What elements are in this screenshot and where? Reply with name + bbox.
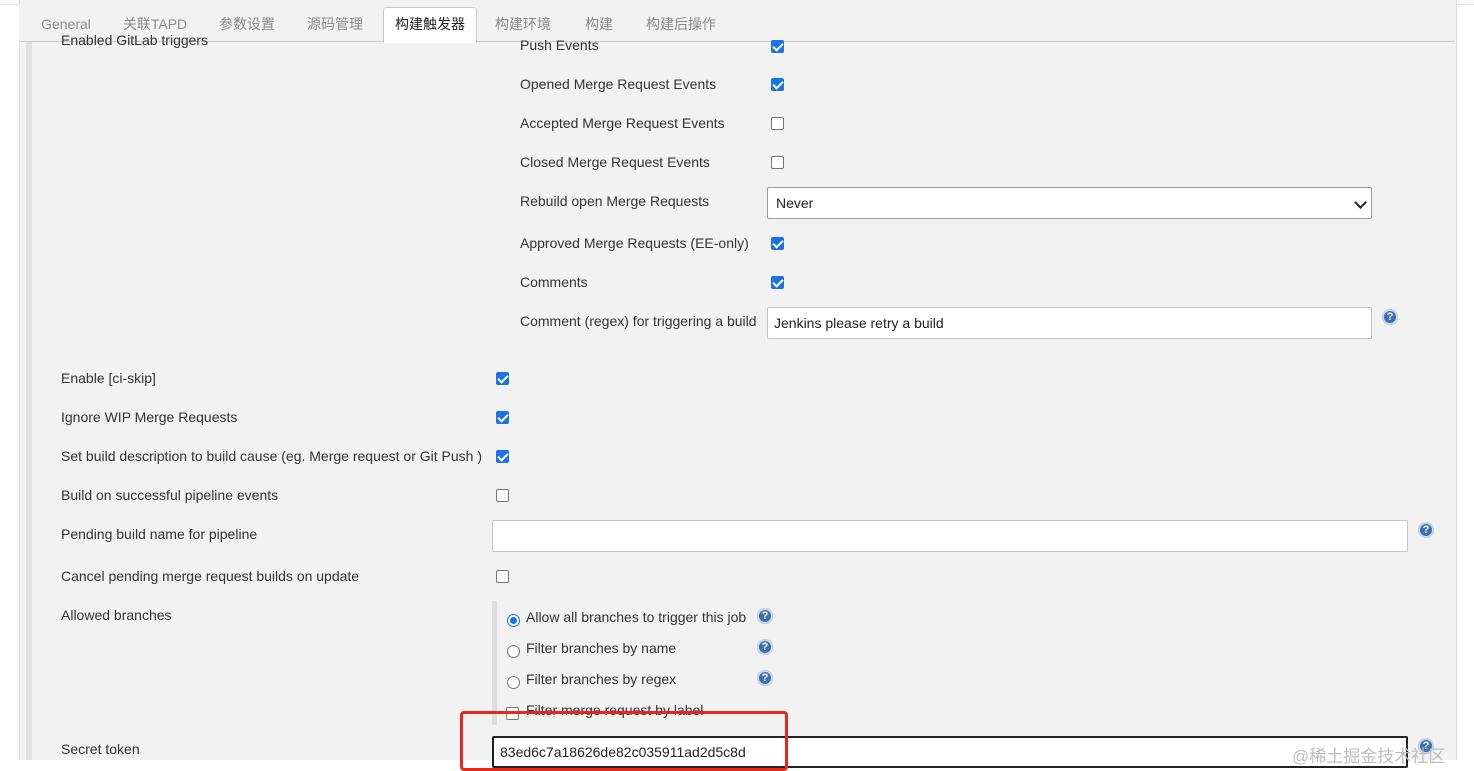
closed-mr-events-checkbox[interactable]	[771, 156, 784, 169]
push-events-checkbox[interactable]	[771, 40, 784, 53]
opened-mr-events-label: Opened Merge Request Events	[520, 76, 717, 92]
help-icon[interactable]: ?	[757, 670, 773, 686]
approved-mr-checkbox[interactable]	[771, 237, 784, 250]
ignore-wip-label: Ignore WIP Merge Requests	[61, 409, 238, 425]
filter-by-regex-label: Filter branches by regex	[526, 671, 677, 687]
watermark: @稀土掘金技术社区	[1292, 747, 1446, 766]
help-icon[interactable]: ?	[1382, 309, 1398, 325]
filter-by-name-radio[interactable]	[507, 645, 520, 658]
pending-build-name-label: Pending build name for pipeline	[61, 526, 258, 542]
ignore-wip-checkbox[interactable]	[496, 411, 509, 424]
approved-mr-label: Approved Merge Requests (EE-only)	[520, 235, 749, 251]
allowed-branches-indent-bar	[492, 601, 497, 725]
secret-token-label: Secret token	[61, 741, 140, 757]
rebuild-open-mr-value: Never	[776, 195, 814, 211]
cancel-pending-label: Cancel pending merge request builds on u…	[61, 568, 360, 584]
gitlab-triggers-label: Enabled GitLab triggers	[61, 32, 209, 48]
build-on-pipeline-label: Build on successful pipeline events	[61, 487, 279, 503]
allow-all-branches-radio[interactable]	[507, 614, 520, 627]
ci-skip-label: Enable [ci-skip]	[61, 370, 156, 386]
filter-by-name-label: Filter branches by name	[526, 640, 677, 656]
highlight-annotation	[460, 711, 788, 771]
filter-by-regex-radio[interactable]	[507, 676, 520, 689]
help-icon[interactable]: ?	[757, 608, 773, 624]
help-icon[interactable]: ?	[757, 639, 773, 655]
comments-label: Comments	[520, 274, 588, 290]
comment-regex-label: Comment (regex) for triggering a build	[520, 313, 757, 329]
rebuild-open-mr-select[interactable]: Never	[767, 187, 1372, 219]
rebuild-open-mr-label: Rebuild open Merge Requests	[520, 193, 710, 209]
set-description-checkbox[interactable]	[496, 450, 509, 463]
opened-mr-events-checkbox[interactable]	[771, 78, 784, 91]
ci-skip-checkbox[interactable]	[496, 372, 509, 385]
chevron-down-icon	[1354, 196, 1367, 209]
comment-regex-input[interactable]	[767, 307, 1372, 339]
set-description-label: Set build description to build cause (eg…	[61, 448, 482, 464]
pending-build-name-input[interactable]	[492, 520, 1408, 552]
comments-checkbox[interactable]	[771, 276, 784, 289]
help-icon[interactable]: ?	[1418, 522, 1434, 538]
cancel-pending-checkbox[interactable]	[496, 570, 509, 583]
accepted-mr-events-checkbox[interactable]	[771, 117, 784, 130]
closed-mr-events-label: Closed Merge Request Events	[520, 154, 710, 170]
build-triggers-form: Enabled GitLab triggers Push Events Open…	[0, 0, 1474, 771]
allowed-branches-label: Allowed branches	[61, 607, 172, 623]
accepted-mr-events-label: Accepted Merge Request Events	[520, 115, 725, 131]
allow-all-branches-label: Allow all branches to trigger this job	[526, 609, 747, 625]
build-on-pipeline-checkbox[interactable]	[496, 489, 509, 502]
push-events-label: Push Events	[520, 37, 599, 53]
